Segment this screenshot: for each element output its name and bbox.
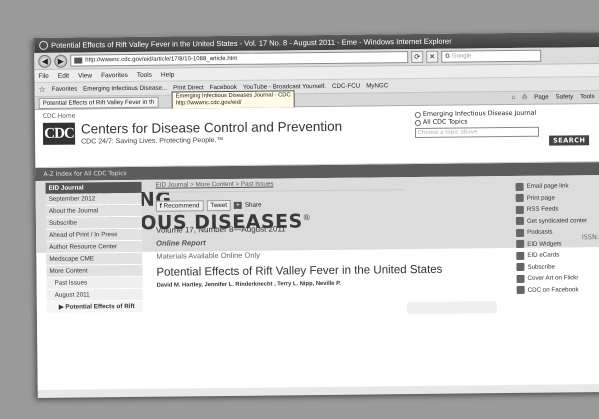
nav-item-ahead-of-print[interactable]: Ahead of Print / In Press [46,228,143,242]
rail-syndicated[interactable]: Get syndicated conter [515,214,599,227]
nav-item-past-issues[interactable]: Past Issues [46,276,143,290]
tools-menu[interactable]: Tools [580,93,595,101]
report-type: Online Report [156,238,206,248]
radio-eid-journal[interactable]: Emerging Infectious Disease Journal [414,110,539,118]
rail-widgets[interactable]: EID Widgets [516,237,599,250]
command-bar: ⌂ ⎙ Page Safety Tools [511,93,594,102]
printer-icon [515,194,524,203]
share-plus-icon[interactable]: + [234,201,242,209]
flickr-icon [516,274,525,283]
sidebar-box [406,301,497,315]
browser-window: Potential Effects of Rift Valley Fever i… [34,31,599,398]
radio-all-cdc[interactable]: All CDC Topics [414,118,539,126]
stop-icon[interactable]: ✕ [426,50,439,63]
ie-icon [39,40,49,50]
rail-facebook[interactable]: CDC on Facebook [516,283,599,296]
right-rail: Email page link Print page RSS Feeds Get… [515,180,599,296]
rail-podcasts[interactable]: Podcasts [516,226,599,239]
back-button[interactable]: ◀ [38,54,52,68]
facebook-icon [516,286,525,295]
menu-edit[interactable]: Edit [58,72,69,79]
az-index-link[interactable]: A-Z Index for All CDC Topics [43,170,126,178]
email-icon [515,182,524,191]
url-input[interactable]: http://wwwnc.cdc.gov/eid/article/17/8/10… [70,51,409,67]
menu-help[interactable]: Help [161,71,174,78]
menu-favorites[interactable]: Favorites [101,72,128,79]
headphones-icon [516,228,525,237]
rail-flickr[interactable]: Cover Art on Flickr [516,272,599,285]
page-menu[interactable]: Page [534,94,549,102]
cdc-logo[interactable]: CDC [42,122,76,145]
ecard-icon [516,251,525,260]
rail-email-link[interactable]: Email page link [515,180,599,193]
site-search: Emerging Infectious Disease Journal All … [414,110,590,146]
materials-note: Materials Available Online Only [156,250,261,261]
menu-tools[interactable]: Tools [137,71,152,78]
left-nav: EID Journal September 2012 About the Jou… [45,181,143,314]
home-icon[interactable]: ⌂ [511,94,515,102]
favorites-button[interactable]: Favorites [52,86,78,93]
cdc-header: CDC Home CDC Centers for Disease Control… [34,103,599,168]
photo-frame: Potential Effects of Rift Valley Fever i… [0,0,599,419]
breadcrumb[interactable]: EID Journal > More Content > Past Issues [155,179,406,193]
search-input[interactable]: G Google [441,49,542,63]
nav-item-august-2011[interactable]: August 2011 [46,288,143,302]
fav-item-cdc-fcu[interactable]: CDC-FCU [332,83,360,90]
nav-item-more-content[interactable]: More Content [46,264,143,278]
window-title: Potential Effects of Rift Valley Fever i… [51,36,452,50]
site-favicon-icon [74,57,83,64]
share-link[interactable]: Share [245,202,262,209]
syndication-icon [515,217,524,226]
search-button[interactable]: SEARCH [549,135,590,146]
nav-item-author-resource[interactable]: Author Resource Center [46,240,143,254]
cdc-tagline: CDC 24/7: Saving Lives. Protecting Peopl… [81,137,224,146]
widget-icon [516,240,525,249]
rss-icon [515,205,524,214]
refresh-icon[interactable]: ⟳ [411,50,424,64]
cdc-name: Centers for Disease Control and Preventi… [80,118,343,137]
nav-item-about[interactable]: About the Journal [45,204,142,218]
tweet-button[interactable]: Tweet [206,199,232,212]
tab-current[interactable]: Potential Effects of Rift Valley Fever i… [38,96,159,109]
rail-rss[interactable]: RSS Feeds [515,203,599,216]
fav-item-myngc[interactable]: MyNGC [366,82,388,89]
fav-item-eid[interactable]: Emerging Infectious Disease... [83,85,167,93]
facebook-icon: f [159,202,162,210]
article-title: Potential Effects of Rift Valley Fever i… [156,263,443,279]
favorites-star-icon: ☆ [38,84,46,94]
menu-view[interactable]: View [78,72,92,79]
main-content: EID Journal > More Content > Past Issues… [155,179,443,289]
rail-subscribe[interactable]: Subscribe [516,260,599,273]
nav-item-current-article[interactable]: ▶ Potential Effects of Rift [46,300,143,314]
subscribe-icon [516,263,525,272]
google-icon: G [445,53,450,60]
forward-button[interactable]: ▶ [54,54,68,68]
nav-item-subscribe[interactable]: Subscribe [45,216,143,230]
safety-menu[interactable]: Safety [556,93,574,101]
rail-print-page[interactable]: Print page [515,191,599,204]
nav-item-medscape[interactable]: Medscape CME [46,252,143,266]
topic-search-input[interactable]: Choose a topic above [414,126,540,139]
menu-file[interactable]: File [38,72,49,79]
share-bar: f Recommend Tweet + Share [155,198,406,212]
volume-info: Volume 17, Number 8—August 2011 [155,224,286,235]
print-icon[interactable]: ⎙ [522,94,527,102]
recommend-button[interactable]: f Recommend [155,200,204,212]
nav-item-september[interactable]: September 2012 [45,192,142,206]
rail-ecards[interactable]: EID eCards [516,249,599,262]
